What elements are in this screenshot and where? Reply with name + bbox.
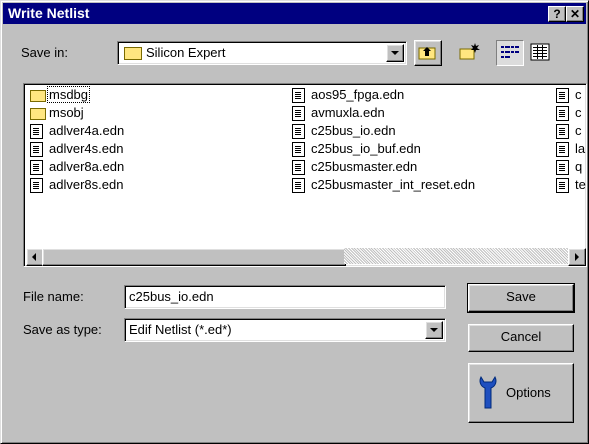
save-in-value: Silicon Expert — [146, 45, 226, 60]
document-icon — [292, 142, 305, 157]
chevron-down-icon — [430, 328, 438, 332]
document-icon — [292, 106, 305, 121]
save-in-dropdown-button[interactable] — [386, 44, 404, 62]
create-new-folder-button[interactable] — [456, 40, 482, 64]
dialog-title: Write Netlist — [8, 5, 90, 21]
document-icon — [556, 142, 569, 157]
up-one-level-button[interactable] — [414, 40, 442, 66]
save-as-type-dropdown[interactable]: Edif Netlist (*.ed*) — [124, 318, 446, 342]
list-item-label: c25busmaster_int_reset.edn — [311, 177, 476, 192]
list-item-label: avmuxla.edn — [311, 105, 385, 120]
save-in-label: Save in: — [21, 45, 68, 60]
list-item[interactable]: te — [554, 176, 586, 194]
document-icon — [30, 178, 43, 193]
list-item[interactable]: adlver4a.edn — [28, 122, 125, 140]
list-item-label: c — [575, 105, 582, 120]
list-item-label: adlver4s.edn — [49, 141, 124, 156]
list-item[interactable]: avmuxla.edn — [290, 104, 476, 122]
list-item-label: adlver8s.edn — [49, 177, 124, 192]
list-item[interactable]: c25busmaster.edn — [290, 158, 476, 176]
list-item-label: c25bus_io_buf.edn — [311, 141, 421, 156]
close-button[interactable]: ✕ — [566, 6, 584, 22]
scroll-thumb[interactable] — [42, 248, 346, 266]
document-icon — [292, 160, 305, 175]
list-item[interactable]: q — [554, 158, 586, 176]
list-item[interactable]: msobj — [28, 104, 125, 122]
folder-icon — [30, 90, 46, 102]
list-item-label: msdbg — [46, 86, 91, 103]
document-icon — [292, 124, 305, 139]
list-item[interactable]: c — [554, 86, 586, 104]
scroll-right-button[interactable] — [568, 248, 586, 266]
file-column-3: c c c la q te — [554, 86, 586, 194]
file-name-label: File name: — [23, 289, 84, 304]
arrow-left-icon — [32, 253, 36, 261]
document-icon — [30, 124, 43, 139]
document-icon — [556, 178, 569, 193]
horizontal-scrollbar[interactable] — [26, 248, 586, 266]
save-in-dropdown[interactable]: Silicon Expert — [117, 41, 407, 65]
list-item[interactable]: c25bus_io_buf.edn — [290, 140, 476, 158]
folder-icon — [30, 108, 46, 120]
list-item[interactable]: la — [554, 140, 586, 158]
document-icon — [30, 142, 43, 157]
file-name-input[interactable]: c25bus_io.edn — [124, 285, 446, 309]
document-icon — [556, 88, 569, 103]
file-name-value: c25bus_io.edn — [129, 289, 214, 304]
file-column-2: aos95_fpga.edn avmuxla.edn c25bus_io.edn… — [290, 86, 476, 194]
options-button-label: Options — [506, 385, 551, 400]
save-as-type-label: Save as type: — [23, 322, 102, 337]
save-as-type-value: Edif Netlist (*.ed*) — [129, 322, 232, 337]
list-item-label: adlver4a.edn — [49, 123, 125, 138]
list-item-label: msobj — [49, 105, 84, 120]
chevron-down-icon — [391, 51, 399, 55]
list-item-label: c25bus_io.edn — [311, 123, 396, 138]
list-item[interactable]: aos95_fpga.edn — [290, 86, 476, 104]
save-as-type-dropdown-button[interactable] — [425, 321, 443, 339]
document-icon — [556, 106, 569, 121]
help-button[interactable]: ? — [548, 6, 566, 22]
file-column-1: msdbg msobj adlver4a.edn adlver4s.edn ad… — [28, 86, 125, 194]
new-folder-icon — [459, 43, 480, 60]
document-icon — [292, 178, 305, 193]
list-item[interactable]: c — [554, 104, 586, 122]
document-icon — [556, 124, 569, 139]
list-item[interactable]: adlver8s.edn — [28, 176, 125, 194]
file-list[interactable]: msdbg msobj adlver4a.edn adlver4s.edn ad… — [23, 83, 587, 267]
list-item-label: la — [575, 141, 586, 156]
list-item[interactable]: adlver8a.edn — [28, 158, 125, 176]
list-item-label: adlver8a.edn — [49, 159, 125, 174]
write-netlist-dialog: Write Netlist ? ✕ Save in: Silicon Exper… — [0, 0, 589, 444]
wrench-icon — [479, 375, 497, 409]
details-view-icon — [530, 43, 550, 61]
list-item-label: c25busmaster.edn — [311, 159, 418, 174]
list-item-label: c — [575, 87, 582, 102]
list-item[interactable]: c25bus_io.edn — [290, 122, 476, 140]
list-item[interactable]: c — [554, 122, 586, 140]
folder-icon — [124, 47, 142, 60]
list-item[interactable]: adlver4s.edn — [28, 140, 125, 158]
title-bar: Write Netlist ? ✕ — [3, 3, 586, 24]
document-icon — [292, 88, 305, 103]
details-view-button[interactable] — [527, 40, 553, 64]
scroll-track[interactable] — [344, 248, 568, 264]
list-item-label: aos95_fpga.edn — [311, 87, 405, 102]
list-view-icon — [501, 46, 519, 58]
list-item-label: q — [575, 159, 583, 174]
list-item-label: c — [575, 123, 582, 138]
cancel-button[interactable]: Cancel — [468, 324, 574, 352]
list-item[interactable]: msdbg — [28, 86, 125, 104]
list-item[interactable]: c25busmaster_int_reset.edn — [290, 176, 476, 194]
list-item-label: te — [575, 177, 586, 192]
document-icon — [30, 160, 43, 175]
options-button[interactable]: Options — [468, 363, 574, 423]
up-folder-icon — [418, 47, 436, 60]
arrow-right-icon — [575, 253, 579, 261]
document-icon — [556, 160, 569, 175]
list-view-button[interactable] — [496, 40, 524, 66]
save-button[interactable]: Save — [467, 283, 575, 313]
